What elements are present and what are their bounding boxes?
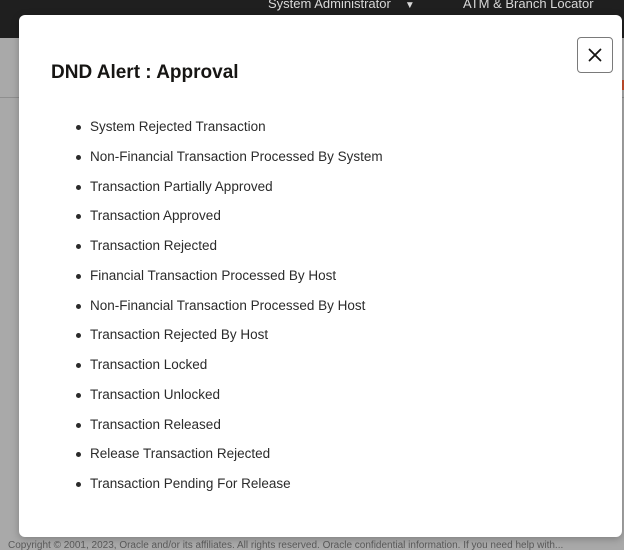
list-item-label: System Rejected Transaction	[90, 119, 266, 134]
bullet-icon	[76, 363, 81, 368]
list-item: Transaction Unlocked	[74, 383, 383, 413]
close-button[interactable]	[577, 37, 613, 73]
dialog-title: DND Alert : Approval	[51, 62, 239, 83]
list-item: Release Transaction Rejected	[74, 442, 383, 472]
list-item-label: Financial Transaction Processed By Host	[90, 267, 337, 283]
list-item-label: Transaction Locked	[90, 357, 208, 372]
list-item-label: Transaction Released	[90, 416, 221, 432]
list-item: Transaction Approved	[74, 204, 383, 234]
list-item: Transaction Released	[74, 413, 383, 443]
list-item-label: Transaction Rejected	[90, 238, 218, 253]
list-item-label: Release Transaction Rejected	[90, 446, 271, 462]
bullet-icon	[76, 303, 81, 309]
user-menu: System Administrator ▼	[268, 0, 415, 14]
list-item: Transaction Rejected	[74, 234, 383, 264]
user-menu-label: System Administrator	[268, 0, 391, 11]
list-item: Transaction Locked	[74, 353, 383, 383]
bullet-icon	[76, 422, 81, 428]
bullet-icon	[76, 214, 81, 220]
list-item: Transaction Rejected By Host	[74, 323, 383, 353]
bullet-icon	[76, 452, 81, 458]
list-item: Transaction Pending For Release	[74, 472, 383, 502]
list-item-label: Transaction Unlocked	[90, 386, 221, 402]
bullet-icon	[76, 273, 81, 279]
list-item-label: Non-Financial Transaction Processed By H…	[90, 297, 366, 313]
alert-type-list: System Rejected Transaction Non-Financial…	[74, 115, 383, 502]
list-item: System Rejected Transaction	[74, 115, 383, 145]
bullet-icon	[76, 125, 81, 130]
bullet-icon	[76, 244, 81, 249]
list-item-label: Transaction Partially Approved	[90, 178, 273, 194]
bullet-icon	[76, 392, 81, 398]
atm-branch-locator-link: ATM & Branch Locator	[463, 0, 594, 11]
bullet-icon	[76, 333, 81, 339]
list-item: Non-Financial Transaction Processed By S…	[74, 145, 383, 175]
list-item: Financial Transaction Processed By Host	[74, 264, 383, 294]
background-footer: Copyright © 2001, 2023, Oracle and/or it…	[8, 540, 564, 550]
bullet-icon	[76, 184, 81, 190]
list-item-label: Transaction Rejected By Host	[90, 327, 269, 343]
bullet-icon	[76, 482, 81, 487]
bullet-icon	[76, 154, 81, 160]
chevron-down-icon: ▼	[404, 0, 415, 11]
list-item-label: Non-Financial Transaction Processed By S…	[90, 148, 383, 164]
list-item: Non-Financial Transaction Processed By H…	[74, 294, 383, 324]
dnd-alert-dialog: DND Alert : Approval System Rejected Tra…	[19, 15, 622, 537]
close-icon	[588, 48, 602, 62]
list-item-label: Transaction Pending For Release	[90, 476, 291, 491]
list-item: Transaction Partially Approved	[74, 175, 383, 205]
list-item-label: Transaction Approved	[90, 208, 221, 224]
